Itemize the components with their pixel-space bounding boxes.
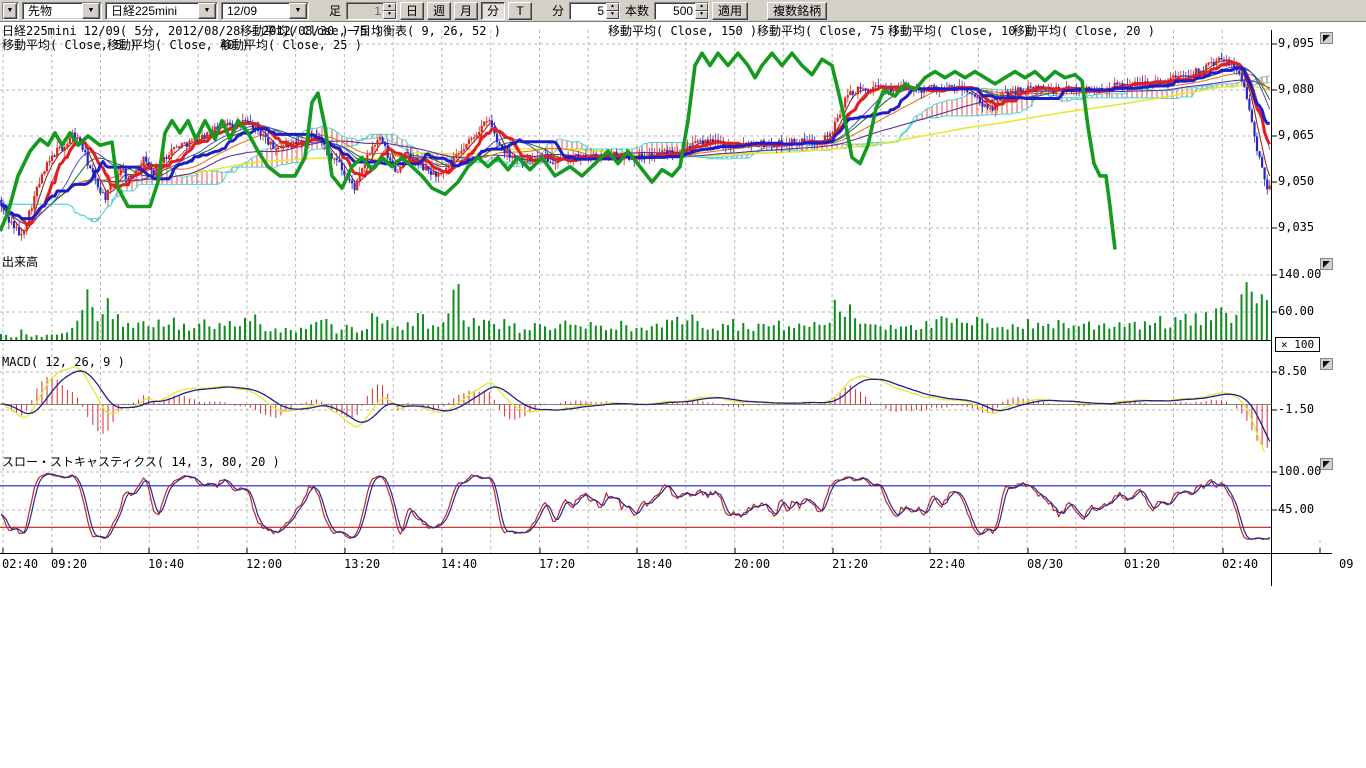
spin-up-icon[interactable]: ▲ (606, 3, 619, 11)
period-tick-button[interactable]: T (508, 2, 532, 20)
ashi-spin: ▲▼ (383, 3, 396, 19)
multi-symbol-button[interactable]: 複数銘柄 (767, 2, 827, 20)
x-axis-label: 17:20 (539, 558, 575, 571)
y-axis-label: 140.00 (1278, 268, 1321, 281)
x-axis-label: 02:40 (2, 558, 38, 571)
chevron-down-icon[interactable]: ▼ (289, 3, 307, 19)
chart-canvas[interactable] (0, 0, 1366, 600)
legend-item: 移動平均( Close, 75 ) (757, 25, 899, 38)
x-axis-label: 21:20 (832, 558, 868, 571)
y-axis-label: 8.50 (1278, 365, 1307, 378)
legend-item: 移動平均( Close, 25 ) (220, 39, 362, 52)
x-axis-label: 09 (1339, 558, 1353, 571)
volume-panel-label: 出来高 (2, 256, 38, 269)
symbol-combo-value: 日経225mini (106, 2, 198, 19)
spin-down-icon[interactable]: ▼ (695, 11, 708, 19)
minute-input[interactable] (570, 3, 606, 19)
x-axis-label: 20:00 (734, 558, 770, 571)
spin-down-icon[interactable]: ▼ (606, 11, 619, 19)
bars-label: 本数 (623, 2, 651, 19)
symbol-combo[interactable]: 日経225mini ▼ (105, 2, 218, 20)
volume-panel-collapse-icon[interactable] (1320, 258, 1333, 270)
apply-button[interactable]: 適用 (712, 2, 748, 20)
period-minute-button[interactable]: 分 (481, 2, 505, 20)
y-axis-label: 100.00 (1278, 465, 1321, 478)
y-axis-label: -1.50 (1278, 403, 1314, 416)
y-axis-label: 9,035 (1278, 221, 1314, 234)
macd-panel-collapse-icon[interactable] (1320, 358, 1333, 370)
stoch-panel-collapse-icon[interactable] (1320, 458, 1333, 470)
stoch-panel-label: スロー・ストキャスティクス( 14, 3, 80, 20 ) (2, 456, 280, 469)
x-axis-label: 22:40 (929, 558, 965, 571)
volume-multiplier-box: × 100 (1275, 337, 1320, 352)
arrow-nw-icon (1323, 261, 1330, 268)
arrow-nw-icon (1323, 461, 1330, 468)
chevron-down-icon[interactable]: ▼ (3, 3, 17, 19)
x-axis-label: 18:40 (636, 558, 672, 571)
minute-stepper[interactable]: ▲▼ (569, 2, 620, 20)
contract-combo-value: 12/09 (222, 4, 289, 18)
ashi-input (347, 3, 383, 19)
market-combo[interactable]: 先物 ▼ (22, 2, 102, 20)
chevron-down-icon[interactable]: ▼ (198, 3, 216, 19)
bars-stepper[interactable]: ▲▼ (654, 2, 709, 20)
period-month-button[interactable]: 月 (454, 2, 478, 20)
arrow-nw-icon (1323, 361, 1330, 368)
x-axis-label: 02:40 (1222, 558, 1258, 571)
y-axis-label: 45.00 (1278, 503, 1314, 516)
x-axis-label: 08/30 (1027, 558, 1063, 571)
legend-item: 移動平均( Close, 150 ) (608, 25, 757, 38)
ashi-stepper: ▲▼ (346, 2, 397, 20)
x-axis-label: 13:20 (344, 558, 380, 571)
mini-combo[interactable]: ▼ (2, 2, 19, 20)
minute-spin[interactable]: ▲▼ (606, 3, 619, 19)
bars-input[interactable] (655, 3, 695, 19)
spin-up-icon[interactable]: ▲ (695, 3, 708, 11)
x-axis-label: 10:40 (148, 558, 184, 571)
period-week-button[interactable]: 週 (427, 2, 451, 20)
y-axis-label: 9,050 (1278, 175, 1314, 188)
legend-item: 一目均衡表( 9, 26, 52 ) (347, 25, 501, 38)
price-panel-collapse-icon[interactable] (1320, 32, 1333, 44)
y-axis-label: 9,080 (1278, 83, 1314, 96)
bars-spin[interactable]: ▲▼ (695, 3, 708, 19)
legend-item: 移動平均( Close, 20 ) (1013, 25, 1155, 38)
spin-down-icon: ▼ (383, 11, 396, 19)
spin-up-icon: ▲ (383, 3, 396, 11)
period-day-button[interactable]: 日 (400, 2, 424, 20)
macd-panel-label: MACD( 12, 26, 9 ) (2, 356, 125, 369)
y-axis-label: 9,095 (1278, 37, 1314, 50)
minute-label: 分 (550, 2, 566, 19)
arrow-nw-icon (1323, 35, 1330, 42)
ashi-label: 足 (327, 2, 343, 19)
chevron-down-icon[interactable]: ▼ (82, 3, 100, 19)
toolbar: ▼ 先物 ▼ 日経225mini ▼ 12/09 ▼ 足 ▲▼ 日 週 月 分 … (0, 0, 1366, 22)
x-axis-label: 09:20 (51, 558, 87, 571)
y-axis-label: 9,065 (1278, 129, 1314, 142)
x-axis-label: 14:40 (441, 558, 477, 571)
legend-item: 移動平均( Close, 10 ) (888, 25, 1030, 38)
x-axis-label: 01:20 (1124, 558, 1160, 571)
y-axis-label: 60.00 (1278, 305, 1314, 318)
x-axis-label: 12:00 (246, 558, 282, 571)
contract-combo[interactable]: 12/09 ▼ (221, 2, 309, 20)
market-combo-value: 先物 (23, 2, 82, 19)
